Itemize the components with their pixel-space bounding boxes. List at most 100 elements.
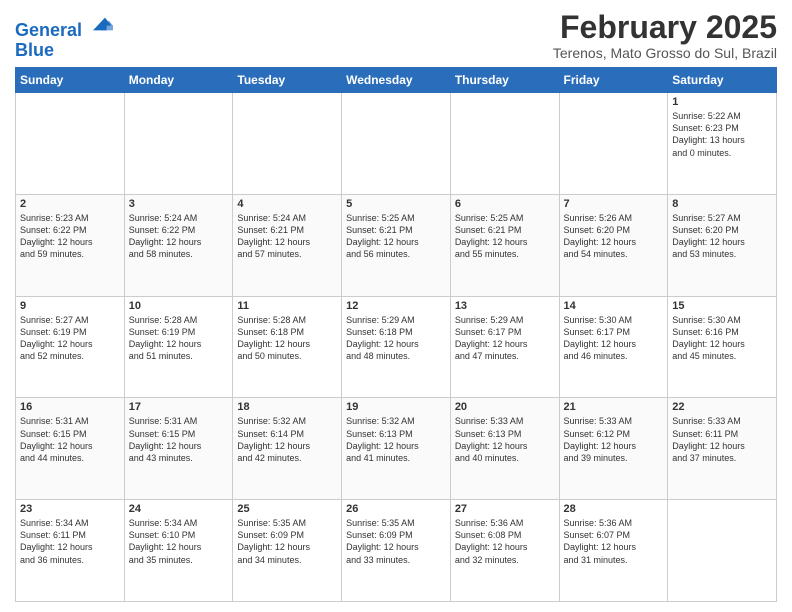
day-info: Sunrise: 5:31 AMSunset: 6:15 PMDaylight:…	[129, 415, 229, 464]
day-info: Sunrise: 5:36 AMSunset: 6:07 PMDaylight:…	[564, 517, 664, 566]
calendar-cell: 27 Sunrise: 5:36 AMSunset: 6:08 PMDayligh…	[450, 500, 559, 602]
logo-line2: Blue	[15, 41, 113, 61]
col-header-tuesday: Tuesday	[233, 68, 342, 93]
calendar-week-row: 16 Sunrise: 5:31 AMSunset: 6:15 PMDayligh…	[16, 398, 777, 500]
day-info: Sunrise: 5:32 AMSunset: 6:14 PMDaylight:…	[237, 415, 337, 464]
header: General Blue February 2025 Terenos, Mato…	[15, 10, 777, 61]
day-info: Sunrise: 5:24 AMSunset: 6:22 PMDaylight:…	[129, 212, 229, 261]
calendar-cell: 22Sunrise: 5:33 AMSunset: 6:11 PMDayligh…	[668, 398, 777, 500]
day-info: Sunrise: 5:35 AMSunset: 6:09 PMDaylight:…	[346, 517, 446, 566]
calendar-cell: 18 Sunrise: 5:32 AMSunset: 6:14 PMDayligh…	[233, 398, 342, 500]
day-info: Sunrise: 5:34 AMSunset: 6:10 PMDaylight:…	[129, 517, 229, 566]
logo-icon	[89, 14, 113, 34]
calendar-week-row: 9 Sunrise: 5:27 AMSunset: 6:19 PMDaylight…	[16, 296, 777, 398]
title-block: February 2025 Terenos, Mato Grosso do Su…	[553, 10, 777, 61]
col-header-friday: Friday	[559, 68, 668, 93]
day-info: Sunrise: 5:28 AMSunset: 6:19 PMDaylight:…	[129, 314, 229, 363]
day-info: Sunrise: 5:33 AMSunset: 6:11 PMDaylight:…	[672, 415, 772, 464]
logo-text: General	[15, 14, 113, 41]
calendar-cell: 16 Sunrise: 5:31 AMSunset: 6:15 PMDayligh…	[16, 398, 125, 500]
day-number: 11	[237, 300, 337, 312]
calendar-cell: 5 Sunrise: 5:25 AMSunset: 6:21 PMDaylight…	[342, 194, 451, 296]
calendar-cell	[450, 93, 559, 195]
day-number: 2	[20, 198, 120, 210]
page: General Blue February 2025 Terenos, Mato…	[0, 0, 792, 612]
calendar-cell	[16, 93, 125, 195]
calendar-week-row: 2 Sunrise: 5:23 AMSunset: 6:22 PMDaylight…	[16, 194, 777, 296]
day-info: Sunrise: 5:23 AMSunset: 6:22 PMDaylight:…	[20, 212, 120, 261]
calendar-cell: 14 Sunrise: 5:30 AMSunset: 6:17 PMDayligh…	[559, 296, 668, 398]
day-info: Sunrise: 5:24 AMSunset: 6:21 PMDaylight:…	[237, 212, 337, 261]
day-info: Sunrise: 5:33 AMSunset: 6:12 PMDaylight:…	[564, 415, 664, 464]
calendar-cell: 7 Sunrise: 5:26 AMSunset: 6:20 PMDaylight…	[559, 194, 668, 296]
day-number: 14	[564, 300, 664, 312]
calendar-table: SundayMondayTuesdayWednesdayThursdayFrid…	[15, 67, 777, 602]
calendar-cell: 26 Sunrise: 5:35 AMSunset: 6:09 PMDayligh…	[342, 500, 451, 602]
calendar-cell: 10 Sunrise: 5:28 AMSunset: 6:19 PMDayligh…	[124, 296, 233, 398]
calendar-cell: 4Sunrise: 5:24 AMSunset: 6:21 PMDaylight…	[233, 194, 342, 296]
calendar-cell	[124, 93, 233, 195]
col-header-saturday: Saturday	[668, 68, 777, 93]
calendar-cell: 12Sunrise: 5:29 AMSunset: 6:18 PMDayligh…	[342, 296, 451, 398]
logo-line1: General	[15, 20, 82, 40]
day-number: 18	[237, 401, 337, 413]
day-number: 9	[20, 300, 120, 312]
day-number: 17	[129, 401, 229, 413]
calendar-week-row: 23 Sunrise: 5:34 AMSunset: 6:11 PMDayligh…	[16, 500, 777, 602]
calendar-cell	[668, 500, 777, 602]
day-number: 23	[20, 503, 120, 515]
calendar-cell: 8Sunrise: 5:27 AMSunset: 6:20 PMDaylight…	[668, 194, 777, 296]
calendar-cell: 9 Sunrise: 5:27 AMSunset: 6:19 PMDaylight…	[16, 296, 125, 398]
calendar-cell: 19 Sunrise: 5:32 AMSunset: 6:13 PMDayligh…	[342, 398, 451, 500]
col-header-thursday: Thursday	[450, 68, 559, 93]
calendar-cell: 2 Sunrise: 5:23 AMSunset: 6:22 PMDaylight…	[16, 194, 125, 296]
day-info: Sunrise: 5:27 AMSunset: 6:19 PMDaylight:…	[20, 314, 120, 363]
col-header-sunday: Sunday	[16, 68, 125, 93]
calendar-cell: 13 Sunrise: 5:29 AMSunset: 6:17 PMDayligh…	[450, 296, 559, 398]
day-number: 27	[455, 503, 555, 515]
calendar-cell: 20Sunrise: 5:33 AMSunset: 6:13 PMDayligh…	[450, 398, 559, 500]
day-info: Sunrise: 5:33 AMSunset: 6:13 PMDaylight:…	[455, 415, 555, 464]
day-number: 28	[564, 503, 664, 515]
col-header-monday: Monday	[124, 68, 233, 93]
day-info: Sunrise: 5:25 AMSunset: 6:21 PMDaylight:…	[346, 212, 446, 261]
calendar-cell	[233, 93, 342, 195]
day-info: Sunrise: 5:27 AMSunset: 6:20 PMDaylight:…	[672, 212, 772, 261]
day-number: 1	[672, 96, 772, 108]
day-number: 19	[346, 401, 446, 413]
day-info: Sunrise: 5:25 AMSunset: 6:21 PMDaylight:…	[455, 212, 555, 261]
day-info: Sunrise: 5:22 AMSunset: 6:23 PMDaylight:…	[672, 110, 772, 159]
col-header-wednesday: Wednesday	[342, 68, 451, 93]
day-number: 12	[346, 300, 446, 312]
day-info: Sunrise: 5:35 AMSunset: 6:09 PMDaylight:…	[237, 517, 337, 566]
calendar-cell: 17 Sunrise: 5:31 AMSunset: 6:15 PMDayligh…	[124, 398, 233, 500]
calendar-cell: 11Sunrise: 5:28 AMSunset: 6:18 PMDayligh…	[233, 296, 342, 398]
day-info: Sunrise: 5:30 AMSunset: 6:16 PMDaylight:…	[672, 314, 772, 363]
calendar-cell: 28 Sunrise: 5:36 AMSunset: 6:07 PMDayligh…	[559, 500, 668, 602]
day-number: 25	[237, 503, 337, 515]
day-info: Sunrise: 5:36 AMSunset: 6:08 PMDaylight:…	[455, 517, 555, 566]
day-number: 15	[672, 300, 772, 312]
day-info: Sunrise: 5:29 AMSunset: 6:17 PMDaylight:…	[455, 314, 555, 363]
day-number: 21	[564, 401, 664, 413]
day-info: Sunrise: 5:34 AMSunset: 6:11 PMDaylight:…	[20, 517, 120, 566]
day-number: 3	[129, 198, 229, 210]
day-number: 16	[20, 401, 120, 413]
day-number: 13	[455, 300, 555, 312]
day-number: 26	[346, 503, 446, 515]
day-info: Sunrise: 5:30 AMSunset: 6:17 PMDaylight:…	[564, 314, 664, 363]
calendar-cell: 25 Sunrise: 5:35 AMSunset: 6:09 PMDayligh…	[233, 500, 342, 602]
day-info: Sunrise: 5:31 AMSunset: 6:15 PMDaylight:…	[20, 415, 120, 464]
day-number: 7	[564, 198, 664, 210]
day-number: 5	[346, 198, 446, 210]
location: Terenos, Mato Grosso do Sul, Brazil	[553, 45, 777, 61]
calendar-header-row: SundayMondayTuesdayWednesdayThursdayFrid…	[16, 68, 777, 93]
calendar-cell: 21 Sunrise: 5:33 AMSunset: 6:12 PMDayligh…	[559, 398, 668, 500]
calendar-cell: 23 Sunrise: 5:34 AMSunset: 6:11 PMDayligh…	[16, 500, 125, 602]
day-info: Sunrise: 5:32 AMSunset: 6:13 PMDaylight:…	[346, 415, 446, 464]
calendar-cell: 15 Sunrise: 5:30 AMSunset: 6:16 PMDayligh…	[668, 296, 777, 398]
calendar-cell: 1 Sunrise: 5:22 AMSunset: 6:23 PMDaylight…	[668, 93, 777, 195]
day-number: 10	[129, 300, 229, 312]
day-info: Sunrise: 5:26 AMSunset: 6:20 PMDaylight:…	[564, 212, 664, 261]
month-title: February 2025	[553, 10, 777, 45]
